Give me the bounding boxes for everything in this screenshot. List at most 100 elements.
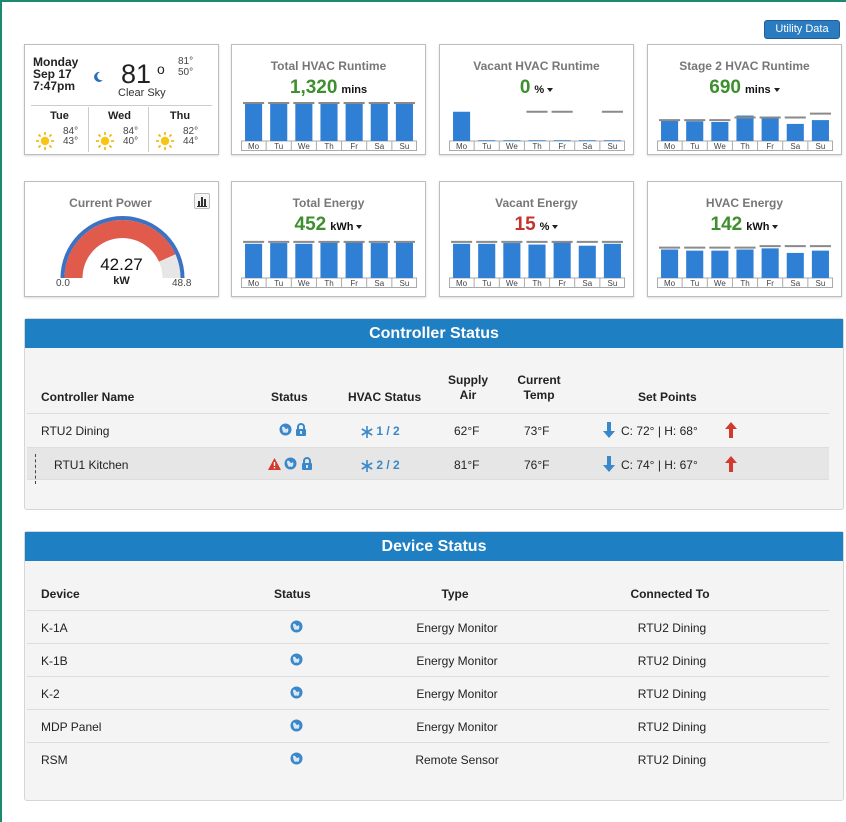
forecast-low: 43°: [63, 136, 79, 147]
stage2-runtime-card[interactable]: Stage 2 HVAC Runtime 690 mins Mo Tu We Th Fr S…: [647, 44, 842, 155]
utility-data-button[interactable]: Utility Data: [764, 20, 840, 39]
power-value: 42.27: [100, 255, 143, 274]
card-number: 142: [710, 214, 743, 235]
hvac-energy-bar-chart: Mo Tu We Th Fr Sa Su: [657, 245, 833, 288]
chart-bar: [686, 250, 704, 278]
unit-dropdown[interactable]: kWh: [746, 221, 779, 233]
sun-icon: [96, 132, 114, 150]
chart-bar: [478, 140, 496, 141]
chart-bar: [578, 245, 596, 278]
col-connected-to: Connected To: [630, 587, 710, 601]
arrow-up-icon[interactable]: [725, 422, 737, 438]
runtime-bar-chart: Mo Tu We Th Fr Sa Su: [241, 102, 417, 151]
table-row[interactable]: MDP Panel Energy Monitor RTU2 Dining: [27, 709, 829, 742]
arrow-down-icon[interactable]: [603, 456, 615, 472]
tick-label: We: [506, 142, 518, 151]
card-unit: %: [534, 84, 545, 96]
weather-temperature: 81: [121, 59, 152, 89]
table-row[interactable]: K-1B Energy Monitor RTU2 Dining: [27, 643, 829, 676]
chart-bar: [811, 120, 829, 141]
tick-label: We: [714, 142, 726, 151]
device-name: K-1A: [41, 621, 68, 635]
tick-label: Sa: [374, 142, 384, 151]
vacant-runtime-card[interactable]: Vacant HVAC Runtime 0% Mo Tu We Th Fr Sa Su: [439, 44, 634, 155]
tick-label: Su: [608, 142, 618, 151]
card-value: 142 kWh: [648, 214, 841, 236]
tick-label: Fr: [558, 142, 566, 151]
lock-icon: [301, 457, 312, 471]
globe-icon: [290, 653, 303, 666]
globe-icon: [279, 423, 292, 436]
supply-air: 62°F: [454, 424, 480, 438]
tick-label: Sa: [582, 279, 592, 288]
tick-label: Su: [816, 279, 826, 288]
forecast-day: Tue 84° 43°: [31, 107, 89, 152]
table-row[interactable]: RTU2 Dining 1 / 2 62°F 73°F C: 72° | H: …: [27, 413, 829, 446]
tree-connector: [35, 454, 36, 484]
controller-name: RTU2 Dining: [41, 424, 110, 438]
current-temp: 73°F: [524, 424, 550, 438]
moon-icon: [94, 71, 103, 82]
unit-dropdown[interactable]: %: [540, 221, 559, 233]
arrow-up-icon[interactable]: [725, 456, 737, 472]
current-power-card: Current Power 42.27 kW 0.0 48.8: [24, 181, 219, 297]
tick-label: Mo: [456, 142, 468, 151]
chevron-down-icon: [356, 225, 363, 230]
col-current-line1: Current: [517, 373, 561, 387]
hvac-status: 2 / 2: [361, 458, 400, 472]
total-energy-card[interactable]: Total Energy 452 kWh Mo Tu We Th Fr Sa Su: [231, 181, 426, 297]
col-current-temp: Current Temp: [511, 373, 567, 403]
chart-bar: [395, 242, 413, 278]
card-title: Total Energy: [292, 196, 365, 210]
chart-bar: [295, 103, 313, 141]
panel-title: Device Status: [25, 532, 843, 561]
chevron-down-icon: [773, 88, 780, 93]
device-type: Energy Monitor: [416, 687, 498, 701]
tick-label: We: [506, 279, 518, 288]
unit-dropdown[interactable]: mins: [745, 84, 780, 96]
card-title: Vacant Energy: [495, 196, 578, 210]
hvac-energy-card[interactable]: HVAC Energy 142 kWh Mo Tu We Th Fr Sa Su: [647, 181, 842, 297]
tick-label: Su: [608, 279, 618, 288]
tick-label: Mo: [456, 279, 468, 288]
device-name: K-1B: [41, 654, 68, 668]
col-controller-name: Controller Name: [41, 390, 135, 404]
tick-label: We: [298, 279, 310, 288]
controller-status-icons: [279, 422, 307, 437]
chevron-down-icon: [552, 225, 559, 230]
card-unit: kWh: [746, 221, 770, 233]
chart-bar: [478, 243, 496, 278]
forecast-day: Wed 84° 40°: [91, 107, 149, 152]
device-name: MDP Panel: [41, 720, 102, 734]
device-name: K-2: [41, 687, 60, 701]
table-row[interactable]: RTU1 Kitchen 2 / 2 81°F 76°F C: 74° | H:…: [27, 447, 829, 484]
arrow-down-icon[interactable]: [603, 422, 615, 438]
chart-bar: [395, 103, 413, 141]
table-row[interactable]: K-1A Energy Monitor RTU2 Dining: [27, 610, 829, 643]
weather-date: Monday Sep 17 7:47pm: [33, 56, 78, 92]
chart-bar: [453, 111, 471, 141]
card-unit: mins: [745, 84, 771, 96]
weather-condition: Clear Sky: [118, 87, 166, 99]
chart-bar: [245, 103, 263, 141]
hvac-stage-count: 1 / 2: [376, 424, 400, 438]
tick-label: Su: [816, 142, 826, 151]
unit-dropdown[interactable]: kWh: [330, 221, 363, 233]
col-supply-line2: Air: [459, 388, 477, 402]
device-name: RSM: [41, 753, 68, 767]
unit-dropdown[interactable]: %: [534, 84, 554, 96]
tick-label: Tu: [274, 142, 283, 151]
chart-bar: [761, 118, 779, 141]
globe-icon: [290, 719, 303, 732]
chart-bar: [528, 140, 546, 141]
vacant-energy-card[interactable]: Vacant Energy 15% Mo Tu We Th Fr Sa Su: [439, 181, 634, 297]
table-row[interactable]: K-2 Energy Monitor RTU2 Dining: [27, 676, 829, 709]
chevron-down-icon: [772, 225, 779, 230]
hvac-runtime-card[interactable]: Total HVAC Runtime 1,320 mins Mo Tu We Th Fr S…: [231, 44, 426, 155]
table-row[interactable]: RSM Remote Sensor RTU2 Dining: [27, 742, 829, 775]
forecast-day-name: Thu: [169, 110, 191, 122]
chart-bar: [553, 241, 571, 278]
chart-bar: [320, 242, 338, 278]
tick-label: Tu: [690, 142, 699, 151]
col-type: Type: [441, 587, 469, 601]
